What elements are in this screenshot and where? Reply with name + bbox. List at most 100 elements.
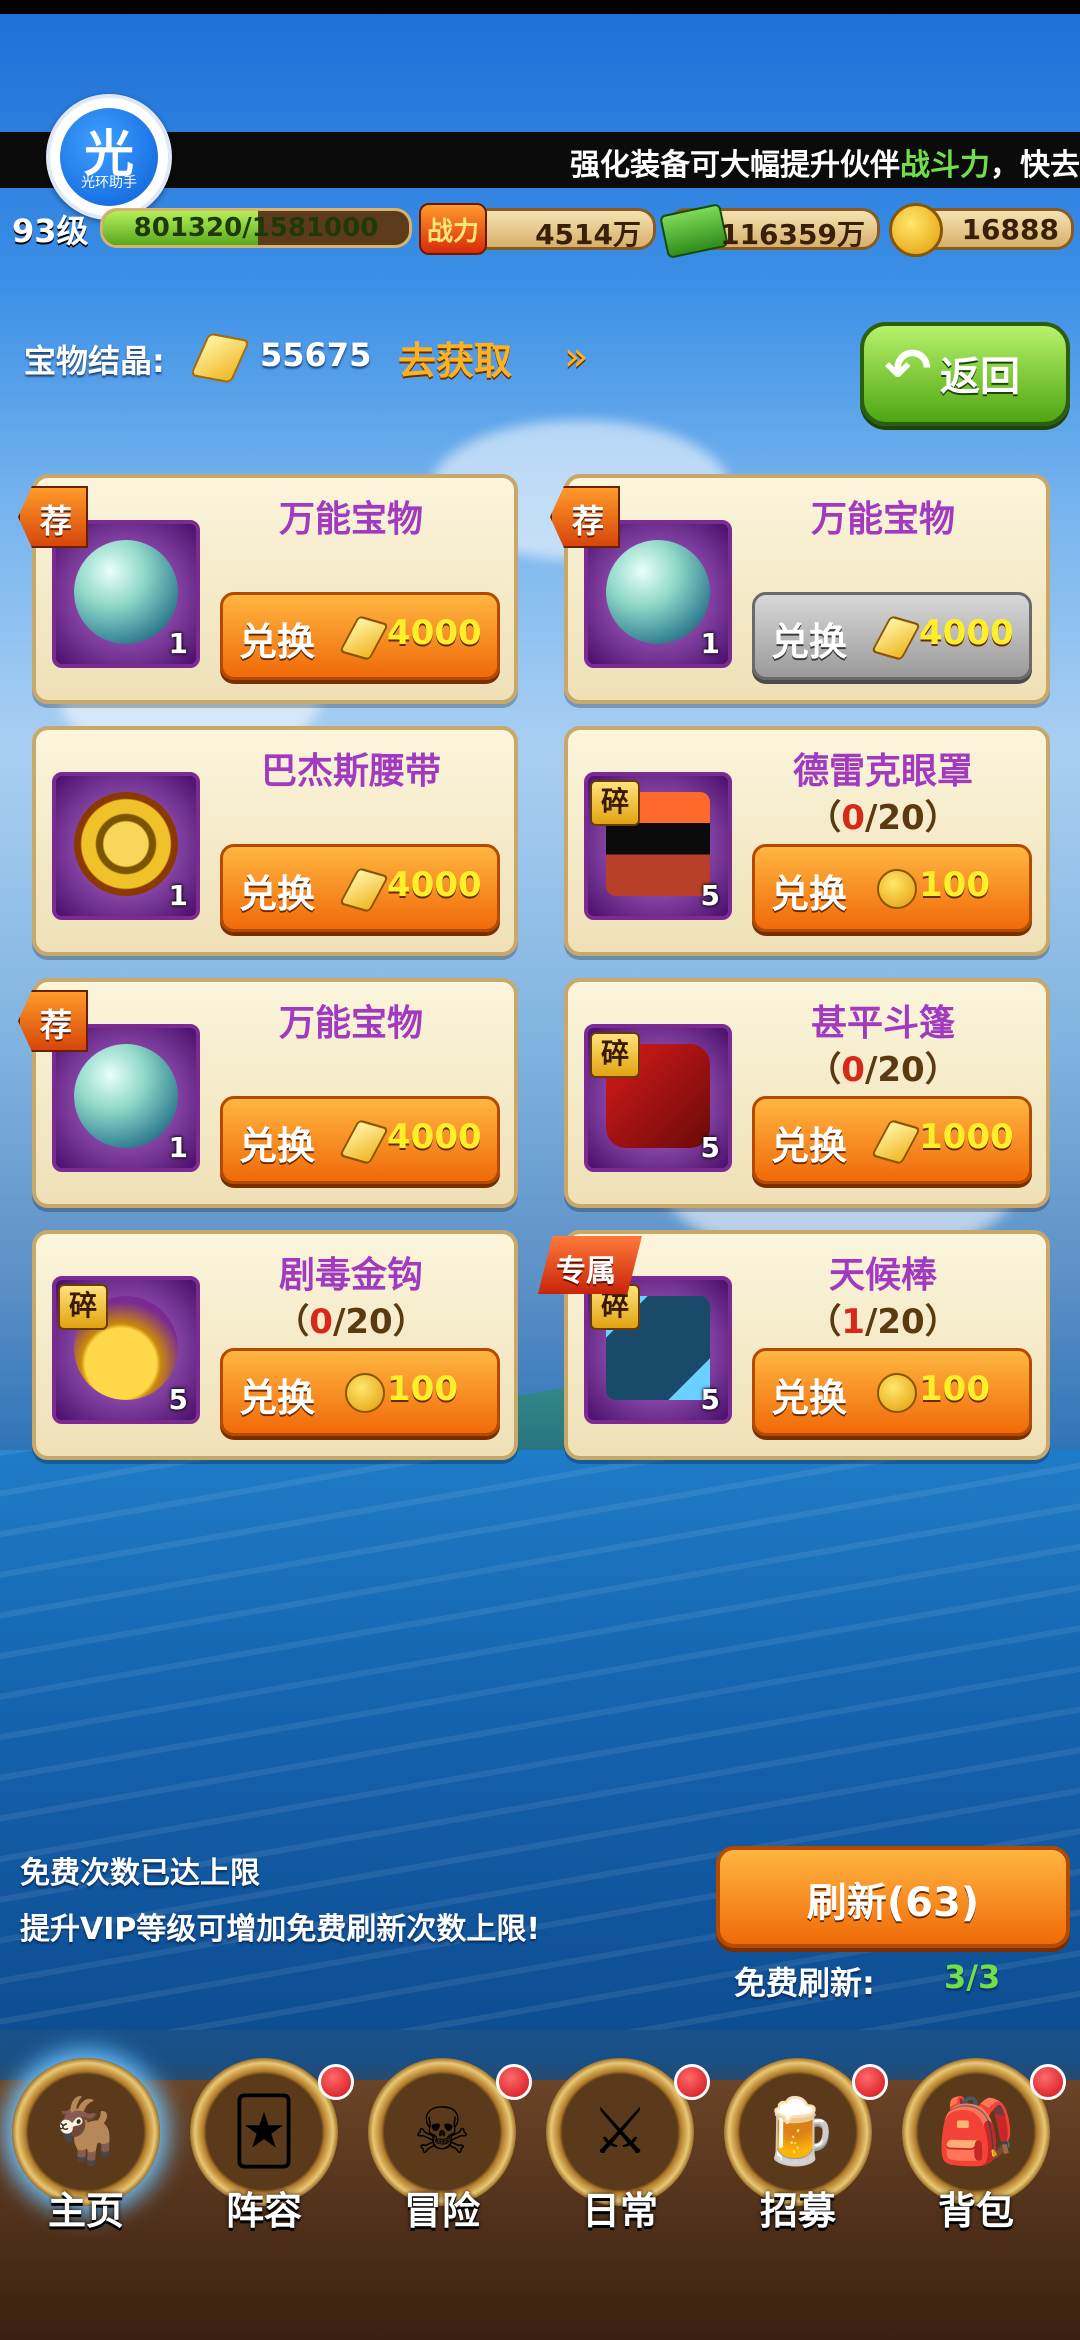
coin-icon (345, 1373, 385, 1413)
exchange-price: 4000 (919, 613, 1014, 653)
nav-adventure[interactable]: ☠ 冒险 (360, 2058, 532, 2238)
money-icon (659, 203, 729, 259)
item-icon-frame[interactable]: 碎 5 (584, 1276, 732, 1424)
exchange-button[interactable]: 兑换 4000 (220, 592, 500, 680)
crystal-icon (189, 332, 251, 384)
exchange-label: 兑换 (239, 1124, 316, 1168)
exchange-card: 1 荐 万能宝物 兑换 4000 (18, 978, 518, 1208)
exchange-card: 1 巴杰斯腰带 兑换 4000 (32, 726, 518, 956)
recommend-badge: 荐 (550, 486, 620, 548)
refresh-button[interactable]: 刷新(63) (716, 1846, 1070, 1948)
item-count: 1 (168, 879, 188, 912)
nav-recruit[interactable]: 🍺 招募 (716, 2058, 888, 2238)
exchange-label: 兑换 (771, 872, 848, 916)
back-label: 返回 (940, 354, 1020, 400)
recommend-badge: 荐 (18, 990, 88, 1052)
exchange-button[interactable]: 兑换 4000 (220, 1096, 500, 1184)
exchange-card: 碎 5 甚平斗篷 （0/20） 兑换 1000 (564, 978, 1050, 1208)
back-button[interactable]: ↶ 返回 (860, 322, 1070, 426)
orb-icon (74, 540, 178, 644)
orb-icon (74, 1044, 178, 1148)
item-icon-frame[interactable]: 碎 5 (584, 772, 732, 920)
crystal-icon (338, 1119, 390, 1165)
exchange-button[interactable]: 兑换 100 (752, 1348, 1032, 1436)
exchange-price: 100 (919, 865, 990, 905)
vip-hint: 提升VIP等级可增加免费刷新次数上限! (20, 1912, 541, 1947)
item-count: 1 (168, 1131, 188, 1164)
exchange-label: 兑换 (239, 620, 316, 664)
exchange-label: 兑换 (771, 620, 848, 664)
exchange-button[interactable]: 兑换 1000 (752, 1096, 1032, 1184)
item-name: 德雷克眼罩 (792, 751, 973, 792)
exchange-label: 兑换 (771, 1376, 848, 1420)
exchange-card: 碎 5 德雷克眼罩 （0/20） 兑换 100 (564, 726, 1050, 956)
coin-icon (877, 869, 917, 909)
item-icon-frame[interactable]: 1 (52, 772, 200, 920)
notification-dot (318, 2064, 354, 2100)
notification-dot (496, 2064, 532, 2100)
fragment-tag: 碎 (590, 780, 640, 826)
exchange-price: 4000 (387, 613, 482, 653)
free-limit-notice: 免费次数已达上限 (20, 1856, 260, 1891)
player-level: 93级 (12, 212, 89, 250)
exchange-button[interactable]: 兑换 4000 (220, 844, 500, 932)
item-icon-frame[interactable]: 碎 5 (584, 1024, 732, 1172)
notification-dot (1030, 2064, 1066, 2100)
crystal-icon (338, 867, 390, 913)
item-count: 5 (700, 1131, 720, 1164)
item-name: 万能宝物 (278, 1003, 423, 1044)
status-bar (0, 0, 1080, 14)
coin-icon (889, 203, 943, 257)
exchange-card: 1 荐 万能宝物 兑换 4000 (550, 474, 1050, 704)
exchange-price: 100 (387, 1369, 458, 1409)
power-value: 4514万 (535, 218, 641, 251)
nav-lineup[interactable]: 🃏 阵容 (182, 2058, 354, 2238)
exchange-button[interactable]: 兑换 4000 (752, 592, 1032, 680)
money-display: 116359万 (659, 203, 880, 259)
exchange-price: 4000 (387, 865, 482, 905)
fragment-tag: 碎 (58, 1284, 108, 1330)
item-count: 5 (168, 1383, 188, 1416)
exchange-card: 碎 5 剧毒金钩 （0/20） 兑换 100 (32, 1230, 518, 1460)
crystal-value: 55675 (260, 336, 372, 374)
exchange-button[interactable]: 兑换 100 (220, 1348, 500, 1436)
crystal-icon (338, 615, 390, 661)
item-count: 5 (700, 1383, 720, 1416)
money-value: 116359万 (720, 218, 865, 251)
exchange-card: 1 荐 万能宝物 兑换 4000 (18, 474, 518, 704)
nav-label: 阵容 (225, 2189, 302, 2233)
nav-label: 主页 (47, 2189, 124, 2233)
nav-daily[interactable]: ⚔ 日常 (538, 2058, 710, 2238)
power-display: 战力 4514万 (419, 203, 656, 255)
item-name: 巴杰斯腰带 (260, 751, 441, 792)
exchange-button[interactable]: 兑换 100 (752, 844, 1032, 932)
free-refresh-value: 3/3 (944, 1958, 1001, 1996)
double-arrow-icon[interactable]: » (564, 334, 588, 380)
item-icon-frame[interactable]: 碎 5 (52, 1276, 200, 1424)
fragment-tag: 碎 (590, 1032, 640, 1078)
exchange-price: 100 (919, 1369, 990, 1409)
item-name: 天候棒 (828, 1255, 937, 1296)
item-count: 5 (700, 879, 720, 912)
item-name: 万能宝物 (278, 499, 423, 540)
recommend-badge: 荐 (18, 486, 88, 548)
exclusive-badge: 专属 (538, 1236, 642, 1294)
exchange-price: 4000 (387, 1117, 482, 1157)
item-count: 1 (700, 627, 720, 660)
player-stats: 93级 801320/1581000 战力 4514万 116359万 1688… (0, 198, 1080, 259)
notification-dot (674, 2064, 710, 2100)
item-name: 万能宝物 (810, 499, 955, 540)
item-name: 剧毒金钩 (278, 1255, 423, 1296)
nav-home[interactable]: 🐐 主页 (4, 2058, 168, 2238)
coin-display: 16888 (889, 203, 1074, 257)
crystal-icon (870, 1119, 922, 1165)
get-crystal-link[interactable]: 去获取 (398, 330, 512, 385)
crystal-label: 宝物结晶: (24, 342, 165, 380)
free-refresh-label: 免费刷新: (734, 1964, 875, 2002)
crystal-icon (870, 615, 922, 661)
fragment-progress: （0/20） (807, 798, 959, 838)
belt-icon (74, 792, 178, 896)
nav-backpack[interactable]: 🎒 背包 (894, 2058, 1066, 2238)
item-count: 1 (168, 627, 188, 660)
logo-subtitle: 光环助手 (81, 175, 137, 191)
